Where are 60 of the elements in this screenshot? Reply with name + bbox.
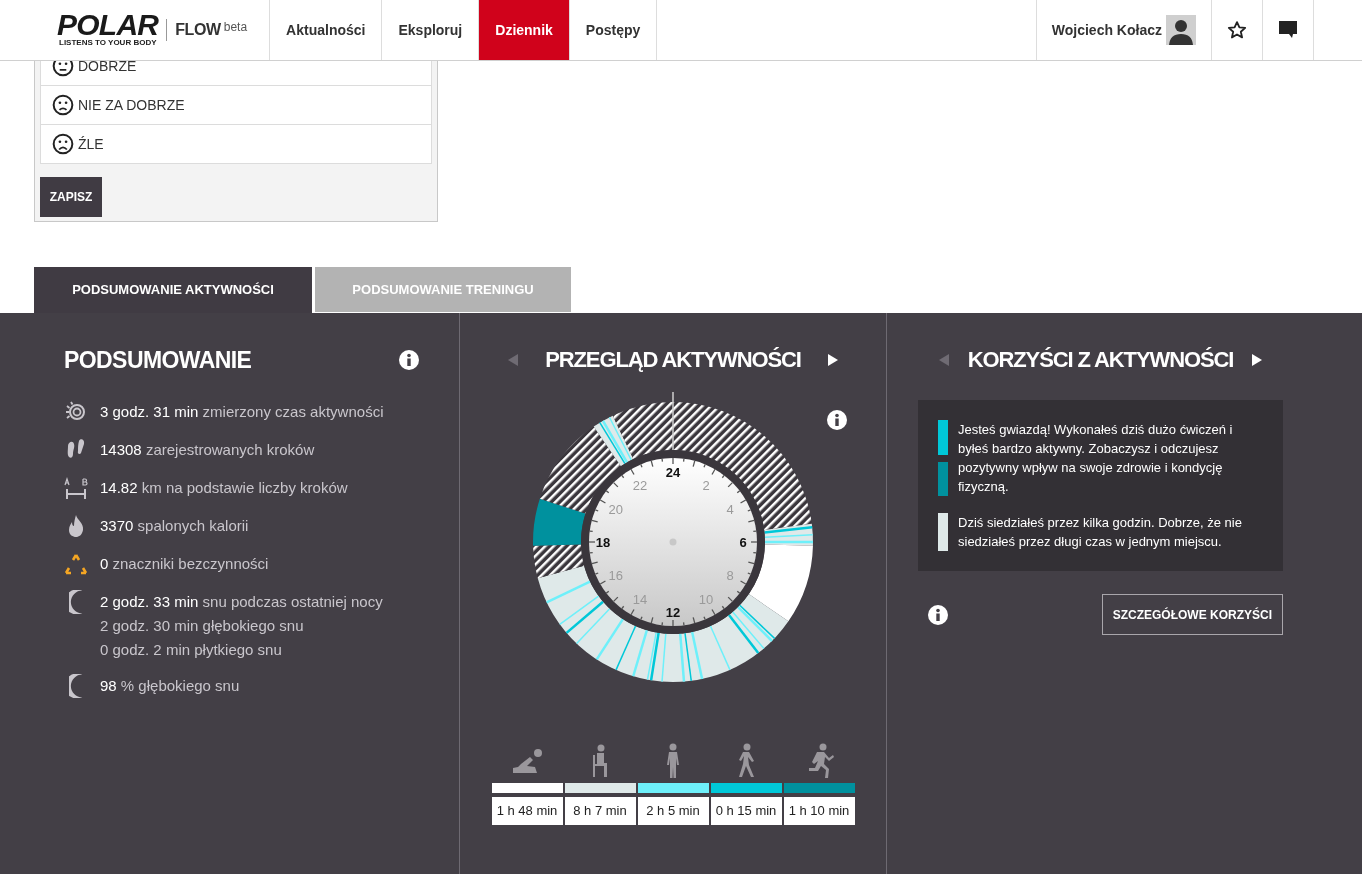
hour-label: 14 (632, 592, 647, 608)
hour-label: 18 (595, 535, 610, 550)
nav-tab[interactable]: Postępy (569, 0, 658, 60)
midnight-marker (671, 392, 674, 451)
message-icon[interactable] (1279, 21, 1297, 39)
polar-logo[interactable]: POLAR (57, 12, 159, 38)
tab[interactable]: PODSUMOWANIE AKTYWNOŚCI (34, 267, 312, 313)
summary-text: 3370 spalonych kalorii (100, 515, 249, 536)
duration-label: 1 h 10 min (783, 797, 855, 825)
info-icon[interactable] (928, 604, 948, 625)
hour-label: 22 (632, 477, 647, 493)
star-icon[interactable] (1227, 20, 1247, 40)
hour-label: 16 (608, 568, 623, 583)
user-name[interactable]: Wojciech Kołacz (1051, 19, 1162, 41)
summary-text: 14308 zarejestrowanych kroków (100, 439, 315, 460)
distance-icon (64, 475, 88, 500)
product-tag: beta (223, 18, 248, 36)
duration-label: 0 h 15 min (710, 797, 782, 825)
hour-label: 6 (738, 535, 747, 550)
summary-detail: 0 godz. 2 min płytkiego snu (100, 639, 283, 660)
info-icon[interactable] (399, 350, 419, 371)
section-title: PRZEGLĄD AKTYWNOŚCI (545, 346, 801, 374)
save-button[interactable]: ZAPISZ (40, 177, 102, 217)
product-name: FLOW (175, 20, 221, 40)
duration-label: 2 h 5 min (637, 797, 709, 825)
summary-text: 0 znaczniki bezczynności (100, 553, 269, 574)
summary-text: 98 % głębokiego snu (100, 675, 240, 696)
nav-tab[interactable]: Dziennik (479, 0, 570, 60)
duration-label: 1 h 48 min (491, 797, 563, 825)
hour-label: 2 (701, 477, 710, 493)
moon-icon (69, 673, 83, 698)
next-arrow[interactable] (1251, 352, 1264, 367)
hour-label: 20 (608, 502, 623, 517)
summary-text: 2 godz. 33 min snu podczas ostatniej nocy (100, 591, 383, 612)
mood-option[interactable]: NIE ZA DOBRZE (40, 85, 432, 125)
hour-label: 4 (726, 502, 734, 517)
mood-icon (52, 94, 74, 116)
mood-option[interactable]: DOBRZE (40, 61, 432, 86)
benefit-message: Dziś siedziałeś przez kilka godzin. Dobrze, że nie siedziałeś przez długi czas w jednym miejscu. (958, 514, 1243, 551)
hour-label: 24 (665, 465, 680, 480)
hour-label: 10 (698, 592, 713, 608)
summary-text: 14.82 km na podstawie liczby kroków (100, 477, 348, 498)
moon-icon (69, 589, 83, 614)
duration-label: 8 h 7 min (564, 797, 636, 825)
info-icon[interactable] (826, 410, 847, 430)
summary-detail: 2 godz. 30 min głębokiego snu (100, 615, 305, 636)
mood-icon (52, 61, 74, 77)
mood-icon (52, 133, 74, 155)
logo-tagline: LISTENS TO YOUR BODY (58, 38, 158, 48)
details-button[interactable]: SZCZEGÓŁOWE KORZYŚCI (1101, 594, 1283, 635)
benefit-message: Jesteś gwiazdą! Wykonałeś dziś dużo ćwiczeń i byłeś bardzo aktywny. Zobaczysz i odczujesz pozytywny wpływ na swoje zdrowie i kondycję fizyczną. (958, 421, 1234, 496)
section-title: PODSUMOWANIE (64, 346, 252, 375)
next-arrow[interactable] (826, 352, 839, 367)
nav-tab[interactable]: Aktualności (270, 0, 383, 60)
avatar-icon[interactable] (1166, 15, 1196, 45)
hour-label: 8 (726, 568, 734, 583)
hour-label: 12 (665, 605, 680, 620)
summary-text: 3 godz. 31 min zmierzony czas aktywności (100, 401, 384, 422)
mood-option[interactable]: ŹLE (40, 124, 432, 164)
section-title: KORZYŚCI Z AKTYWNOŚCI (967, 346, 1234, 374)
